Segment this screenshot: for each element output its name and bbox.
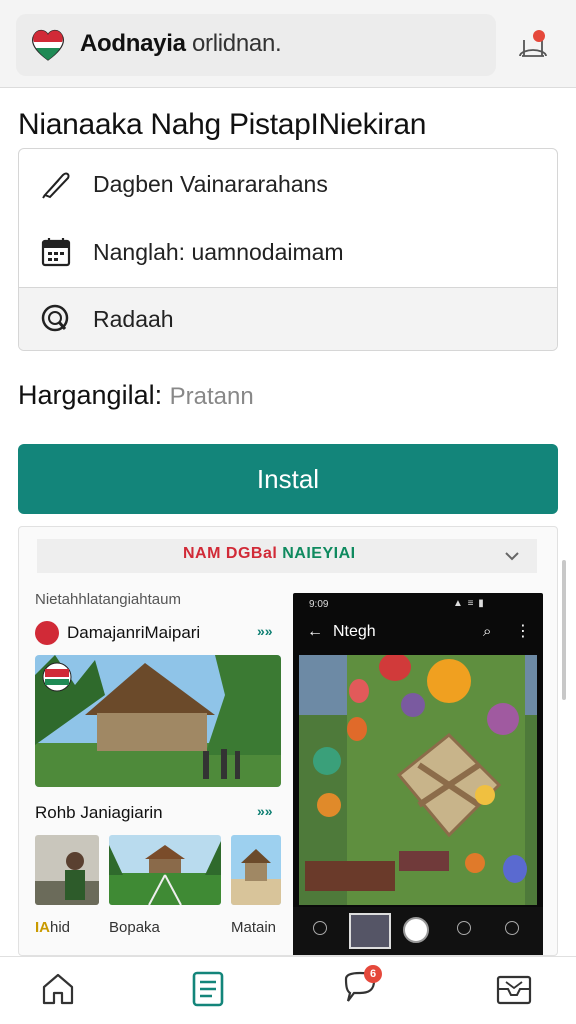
- price-row: Hargangilal: Pratann: [18, 380, 254, 411]
- more-arrows-icon[interactable]: »»: [257, 803, 273, 819]
- thumbnail-label: Matain: [231, 919, 277, 936]
- calendar-icon: [41, 238, 71, 267]
- price-label: Hargangilal:: [18, 380, 163, 410]
- thumbnail-label-prefix: IA: [35, 919, 50, 936]
- bell-notification-icon[interactable]: [514, 26, 552, 64]
- back-arrow-icon: ←: [307, 623, 323, 640]
- camera-toolbar: [293, 907, 543, 955]
- camera-settings-icon[interactable]: [505, 921, 519, 935]
- thumbnail-image[interactable]: [231, 835, 281, 905]
- camera-mode-icon[interactable]: [457, 921, 471, 935]
- phone-screenshot[interactable]: 9:09 ▲ ≡ ▮ ← Ntegh ⌕ ⋮: [293, 593, 543, 955]
- option-label: Radaah: [93, 306, 174, 332]
- option-label: Nanglah: uamnodaimam: [93, 239, 344, 265]
- balloon-festival-image: [299, 655, 537, 905]
- feather-pen-icon: [42, 172, 70, 199]
- search-magnifier-icon: [41, 304, 69, 332]
- section-title: Rohb Janiagiarin: [35, 803, 163, 822]
- thumbnail-label: IAhid: [35, 919, 70, 936]
- scrollbar[interactable]: [562, 560, 566, 700]
- mail-icon[interactable]: [494, 969, 534, 1009]
- price-value: Pratann: [169, 383, 254, 410]
- gallery-thumbnail[interactable]: [349, 913, 391, 949]
- option-label: Dagben Vainararahans: [93, 171, 328, 197]
- more-vertical-icon: ⋮: [515, 623, 531, 640]
- list-document-icon[interactable]: [188, 969, 228, 1009]
- install-button[interactable]: Instal: [18, 444, 558, 514]
- option-description[interactable]: Dagben Vainararahans: [19, 149, 557, 217]
- chevron-down-icon[interactable]: [503, 547, 521, 565]
- thumbnail-image[interactable]: [109, 835, 221, 905]
- more-arrows-icon[interactable]: »»: [257, 623, 273, 639]
- status-icons: ▲ ≡ ▮: [453, 598, 485, 609]
- option-search[interactable]: Radaah: [19, 287, 557, 350]
- phone-title: Ntegh: [333, 623, 376, 640]
- section-title: DamajanriMaipari: [67, 623, 201, 642]
- preview-header-red: NAM DGBal: [183, 545, 278, 562]
- brand-dot-icon: [35, 621, 59, 645]
- camera-option-icon[interactable]: [313, 921, 327, 935]
- flag-heart-logo-icon: [31, 29, 65, 61]
- app-preview-frame: NAM DGBal NAIEYIAI Nietahhlatangiahtaum …: [18, 526, 558, 956]
- preview-header[interactable]: NAM DGBal NAIEYIAI: [37, 539, 537, 573]
- hero-image[interactable]: [35, 655, 281, 787]
- app-name-bold: Aodnayia: [80, 30, 186, 57]
- app-name: Aodnayia orlidnan.: [80, 30, 282, 58]
- preview-header-green: NAIEYIAI: [282, 545, 356, 562]
- status-time: 9:09: [309, 599, 329, 610]
- app-name-light: orlidnan.: [192, 30, 282, 57]
- chat-nav-item[interactable]: 6: [340, 965, 382, 1009]
- options-card: Dagben Vainararahans Nanglah: uamnodaima…: [18, 148, 558, 351]
- thumbnail-label-text: hid: [50, 919, 71, 936]
- preview-left-column: Nietahhlatangiahtaum DamajanriMaipari »»…: [31, 587, 281, 955]
- notification-badge: 6: [364, 965, 382, 983]
- search-icon: ⌕: [483, 623, 492, 640]
- bottom-navigation: 6: [0, 956, 576, 1024]
- option-schedule[interactable]: Nanglah: uamnodaimam: [19, 217, 557, 285]
- shutter-button[interactable]: [403, 917, 429, 943]
- thumbnail-image[interactable]: [35, 835, 99, 905]
- top-app-bar: Aodnayia orlidnan.: [0, 0, 576, 88]
- page-title: Nianaaka Nahg PistapINiekiran: [18, 108, 427, 141]
- preview-caption: Nietahhlatangiahtaum: [35, 591, 181, 608]
- thumbnail-label: Bopaka: [109, 919, 160, 936]
- preview-header-text: NAM DGBal NAIEYIAI: [183, 545, 356, 563]
- home-icon[interactable]: [38, 969, 78, 1009]
